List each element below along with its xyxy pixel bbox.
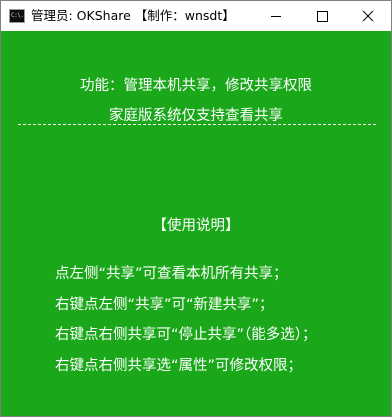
cmd-icon-text: C:\. xyxy=(11,12,24,19)
maximize-icon xyxy=(317,11,328,22)
minimize-button[interactable] xyxy=(253,1,299,31)
usage-line-3: 右键点右侧共享可“停止共享”（能多选）； xyxy=(55,327,317,343)
support-line: 家庭版系统仅支持查看共享 xyxy=(109,108,283,124)
usage-line-4: 右键点右侧共享选“属性”可修改权限； xyxy=(55,358,303,374)
maximize-button[interactable] xyxy=(299,1,345,31)
usage-title: 【使用说明】 xyxy=(152,218,240,234)
console-window: C:\. 管理员: OKShare 【制作：wnsdt】 功能：管理本机共享，修… xyxy=(0,0,392,417)
usage-line-1: 点左侧“共享”可查看本机所有共享； xyxy=(55,266,288,282)
window-title: 管理员: OKShare 【制作：wnsdt】 xyxy=(31,8,235,23)
dashed-divider xyxy=(18,124,376,125)
title-bar[interactable]: C:\. 管理员: OKShare 【制作：wnsdt】 xyxy=(1,1,391,31)
close-icon xyxy=(362,10,374,22)
usage-line-2: 右键点左侧“共享”可“新建共享”； xyxy=(55,297,274,313)
minimize-icon xyxy=(271,16,281,17)
function-line: 功能：管理本机共享，修改共享权限 xyxy=(80,78,312,94)
close-button[interactable] xyxy=(345,1,391,31)
console-content: 功能：管理本机共享，修改共享权限 家庭版系统仅支持查看共享 【使用说明】 点左侧… xyxy=(1,31,391,416)
cmd-icon: C:\. xyxy=(9,9,25,23)
